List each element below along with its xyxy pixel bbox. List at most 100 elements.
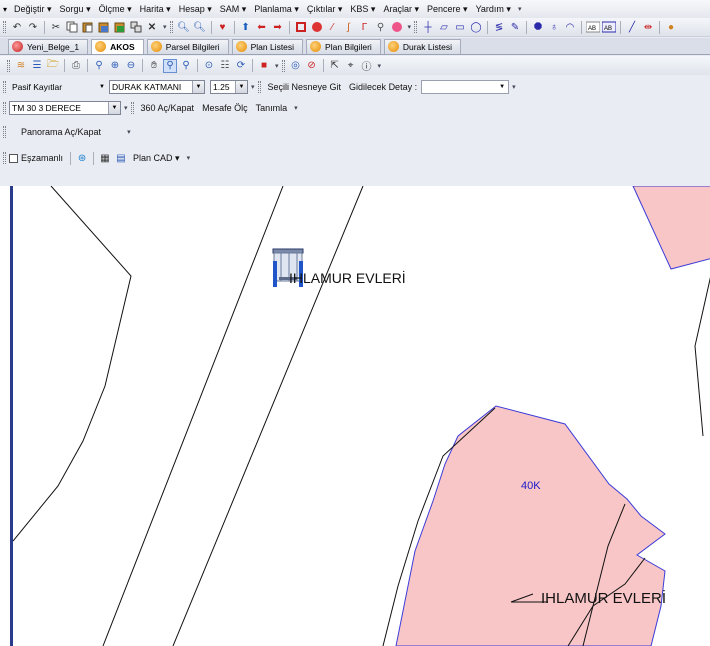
toolbar-grip[interactable]: [3, 21, 6, 33]
menu-item-hesap[interactable]: Hesap ▾: [175, 4, 216, 15]
tab-yeni-belge[interactable]: Yeni_Belge_1: [8, 38, 89, 54]
table-icon[interactable]: ▦: [98, 151, 112, 165]
clone-icon[interactable]: [129, 20, 143, 34]
draw-line-icon[interactable]: ⁄: [326, 20, 340, 34]
ellipse-icon[interactable]: ◯: [469, 20, 483, 34]
scale-select[interactable]: 1.25 ▼: [210, 80, 248, 94]
zoom-in-icon[interactable]: 🔍︎: [177, 20, 191, 34]
zoom-minus-icon[interactable]: ⊖: [124, 59, 138, 73]
back-arrow-icon[interactable]: ⬅: [255, 20, 269, 34]
overflow-chevron-icon[interactable]: ▾: [251, 83, 255, 91]
pan-hand-icon[interactable]: ✋︎: [147, 59, 161, 73]
zoom-previous-icon[interactable]: ⚲: [179, 59, 193, 73]
paste-icon[interactable]: [81, 20, 95, 34]
toolbar-grip[interactable]: [169, 21, 173, 33]
records-filter-select[interactable]: Pasif Kayıtlar ▼: [9, 80, 109, 94]
layers-icon[interactable]: ≋: [14, 59, 28, 73]
overflow-chevron-icon[interactable]: ▾: [275, 62, 279, 70]
menu-item-kbs[interactable]: KBS ▾: [346, 4, 379, 15]
refresh-icon[interactable]: ⟳: [234, 59, 248, 73]
define-button[interactable]: Tanımla: [252, 103, 292, 113]
freehand-icon[interactable]: ✎: [508, 20, 522, 34]
menu-item-sorgu[interactable]: Sorgu ▾: [56, 4, 95, 15]
goto-selected-button[interactable]: Seçili Nesneye Git: [264, 82, 346, 92]
paste-layer-icon[interactable]: [113, 20, 127, 34]
text-icon[interactable]: AB: [586, 20, 601, 34]
projection-select[interactable]: TM 30 3 DERECE ▼: [9, 101, 121, 115]
paint-icon[interactable]: ●: [664, 20, 678, 34]
arc-icon[interactable]: ◠: [563, 20, 577, 34]
info-icon[interactable]: ⓘ: [360, 59, 374, 73]
octagon-icon[interactable]: ⯃: [531, 20, 545, 34]
lasso-icon[interactable]: ♁: [547, 20, 561, 34]
rectangle-icon[interactable]: ▭: [453, 20, 467, 34]
bag-icon[interactable]: ■: [257, 59, 271, 73]
zoom-active-icon[interactable]: ⚲: [163, 58, 177, 73]
stop-icon[interactable]: [310, 20, 324, 34]
stop-sign-icon[interactable]: [390, 20, 404, 34]
copy-icon[interactable]: [65, 20, 79, 34]
point-icon[interactable]: ┼: [421, 20, 435, 34]
overflow-chevron-icon[interactable]: ▾: [408, 23, 412, 31]
menu-item-pencere[interactable]: Pencere ▾: [423, 4, 472, 15]
mirror-icon[interactable]: ⇹: [641, 20, 655, 34]
plan-book-icon[interactable]: ▤: [114, 151, 128, 165]
draw-curve-icon[interactable]: ∫: [342, 20, 356, 34]
layer-select[interactable]: DURAK KATMANI ▼: [109, 80, 205, 94]
toolbar-grip[interactable]: [7, 59, 10, 72]
map-canvas[interactable]: IHLAMUR EVLERİ 40K IHLAMUR EVLERİ: [10, 186, 710, 646]
cut-icon[interactable]: ✂: [49, 20, 63, 34]
menu-item-degistir[interactable]: Değiştir ▾: [10, 4, 56, 15]
globe-sync-icon[interactable]: ⊛: [75, 151, 89, 165]
overflow-chevron-icon[interactable]: ▾: [127, 128, 131, 136]
select-all-icon[interactable]: ◎: [289, 59, 303, 73]
text-box-icon[interactable]: AB: [602, 20, 617, 34]
detail-select[interactable]: ▼: [421, 80, 510, 94]
menu-item-olcme[interactable]: Ölçme ▾: [95, 4, 136, 15]
measure-distance-button[interactable]: Mesafe Ölç: [198, 103, 252, 113]
menu-item-harita[interactable]: Harita ▾: [136, 4, 175, 15]
toolbar-grip[interactable]: [130, 102, 134, 114]
panorama-toggle-button[interactable]: Panorama Aç/Kapat: [9, 127, 109, 137]
overflow-chevron-icon[interactable]: ▾: [187, 154, 191, 162]
polygon-icon[interactable]: ▱: [437, 20, 451, 34]
pointer-icon[interactable]: ⇱: [328, 59, 342, 73]
overflow-chevron-icon[interactable]: ▾: [163, 23, 167, 31]
tab-durak-listesi[interactable]: Durak Listesi: [383, 38, 461, 54]
toolbar-grip[interactable]: [3, 102, 6, 114]
angle-icon[interactable]: Γ: [358, 20, 372, 34]
overflow-chevron-icon[interactable]: ▾: [512, 83, 516, 91]
undo-icon[interactable]: ↶: [10, 20, 24, 34]
overflow-chevron-icon[interactable]: ▾: [378, 62, 382, 70]
forward-arrow-icon[interactable]: ➡: [271, 20, 285, 34]
menu-item-planlama[interactable]: Planlama ▾: [250, 4, 303, 15]
zoom-out-icon[interactable]: 🔍︎: [193, 20, 207, 34]
sync-checkbox[interactable]: [9, 153, 18, 163]
tab-parsel-bilgileri[interactable]: Parsel Bilgileri: [146, 38, 229, 54]
toolbar-grip[interactable]: [3, 126, 6, 138]
zoom-window-icon[interactable]: ⚲: [92, 59, 106, 73]
menu-item-sam[interactable]: SAM ▾: [216, 4, 251, 15]
paste-special-icon[interactable]: [97, 20, 111, 34]
search-feature-icon[interactable]: ⚲: [374, 20, 388, 34]
polyline-icon[interactable]: ≶: [492, 20, 506, 34]
toolbar-grip[interactable]: [257, 81, 261, 93]
menu-overflow-icon[interactable]: ▾: [1, 2, 9, 16]
select-box-icon[interactable]: [294, 20, 308, 34]
toggle-360-button[interactable]: 360 Aç/Kapat: [137, 103, 199, 113]
identify-icon[interactable]: ⌖: [344, 59, 358, 73]
plan-cad-menu[interactable]: Plan CAD ▾: [129, 153, 184, 164]
toolbar-overflow-icon[interactable]: ▾: [518, 5, 522, 13]
pin-icon[interactable]: ♥: [216, 20, 230, 34]
toolbar-grip[interactable]: [3, 152, 6, 164]
tab-plan-bilgileri[interactable]: Plan Bilgileri: [306, 38, 381, 54]
diagonal-line-icon[interactable]: ╱: [625, 20, 639, 34]
open-folder-icon[interactable]: 🗁︎: [46, 59, 60, 73]
zoom-plus-icon[interactable]: ⊕: [108, 59, 122, 73]
overflow-chevron-icon[interactable]: ▾: [294, 104, 298, 112]
tab-plan-listesi[interactable]: Plan Listesi: [231, 38, 304, 54]
stack-icon[interactable]: ☰: [30, 59, 44, 73]
toolbar-grip[interactable]: [3, 81, 6, 93]
overflow-chevron-icon[interactable]: ▾: [124, 104, 128, 112]
menu-item-araclar[interactable]: Araçlar ▾: [379, 4, 423, 15]
